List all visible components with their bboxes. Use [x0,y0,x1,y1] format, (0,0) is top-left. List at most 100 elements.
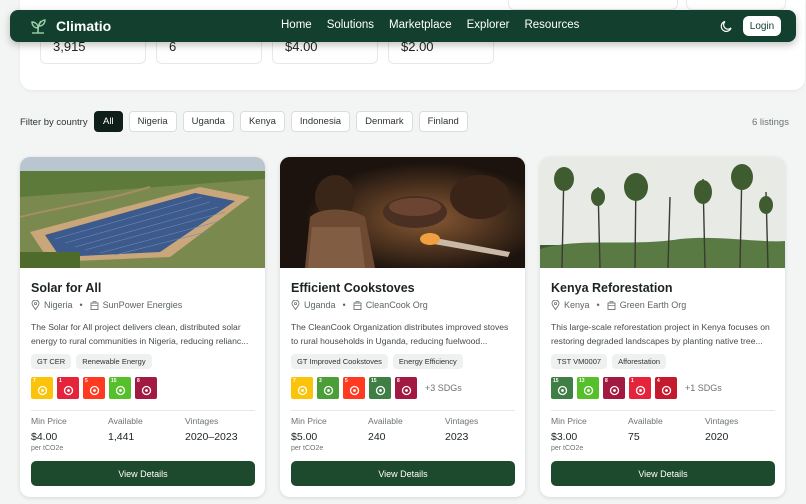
card-title[interactable]: Kenya Reforestation [551,281,673,295]
tag-standard: GT Improved Cookstoves [291,354,388,369]
tag-category: Energy Efficiency [392,354,463,369]
sdg-icons: 15 13 8 1 4 +1 SDGs [551,377,722,399]
building-icon [353,300,362,310]
separator-dot: • [342,300,346,310]
vintages-label: Vintages [445,416,479,426]
sdg-goal-5-icon: 5 [343,377,365,399]
available-value: 240 [368,431,386,443]
building-icon [607,300,616,310]
min-price-value: $3.00 [551,431,578,443]
card-description: This large-scale reforestation project i… [551,322,770,346]
project-card[interactable]: Solar for All Nigeria • SunPower Energie… [20,157,265,497]
view-details-button[interactable]: View Details [551,461,775,486]
card-title[interactable]: Efficient Cookstoves [291,281,415,295]
nav-link-home[interactable]: Home [281,19,312,31]
sdg-more-label: +3 SDGs [425,383,462,393]
divider [291,410,515,411]
country-filter-chips: All Nigeria Uganda Kenya Indonesia Denma… [94,111,468,132]
available-label: Available [368,416,403,426]
sdg-icons: 7 1 5 15 8 [31,377,165,399]
sdg-goal-15-icon: 15 [109,377,131,399]
forest-image [540,157,785,268]
view-details-button[interactable]: View Details [31,461,255,486]
price-unit: per tCO2e [551,445,584,452]
min-price-label: Min Price [291,416,327,426]
sdg-icons: 7 3 5 15 8 +3 SDGs [291,377,462,399]
brand-name[interactable]: Climatio [56,18,111,34]
sdg-goal-3-icon: 3 [317,377,339,399]
moon-icon[interactable] [720,19,734,33]
separator-dot: • [596,300,600,310]
nav-link-resources[interactable]: Resources [524,19,579,31]
location-pin-icon [291,300,300,310]
card-description: The Solar for All project delivers clean… [31,322,249,346]
sdg-goal-7-icon: 7 [31,377,53,399]
card-tags: GT Improved Cookstoves Energy Efficiency [291,354,463,369]
vintages-label: Vintages [705,416,739,426]
sdg-goal-8-icon: 8 [395,377,417,399]
tag-standard: GT CER [31,354,72,369]
nav-link-solutions[interactable]: Solutions [327,19,374,31]
separator-dot: • [79,300,83,310]
project-card[interactable]: Kenya Reforestation Kenya • Green Earth … [540,157,785,497]
card-meta: Kenya • Green Earth Org [551,300,686,310]
price-unit: per tCO2e [291,445,324,452]
chip-all[interactable]: All [94,111,123,132]
card-org: CleanCook Org [365,300,428,310]
sdg-goal-8-icon: 8 [603,377,625,399]
available-value: 1,441 [108,431,135,443]
vintages-value: 2020 [705,431,729,443]
chip-denmark[interactable]: Denmark [356,111,413,132]
filter-label: Filter by country [20,117,88,128]
vintages-label: Vintages [185,416,219,426]
panel-edge [686,0,786,10]
card-country: Kenya [564,300,590,310]
price-unit: per tCO2e [31,445,64,452]
tag-standard: TST VM0007 [551,354,608,369]
sdg-goal-8-icon: 8 [135,377,157,399]
min-price-label: Min Price [31,416,67,426]
listings-count: 6 listings [752,117,789,128]
project-card[interactable]: Efficient Cookstoves Uganda • CleanCook … [280,157,525,497]
building-icon [90,300,99,310]
tag-category: Renewable Energy [76,354,152,369]
chip-finland[interactable]: Finland [418,111,468,132]
card-org: Green Earth Org [619,300,687,310]
location-pin-icon [551,300,560,310]
nav-links: Home Solutions Marketplace Explorer Reso… [281,19,579,31]
divider [551,410,775,411]
login-button[interactable]: Login [743,16,781,36]
chip-kenya[interactable]: Kenya [239,111,285,132]
view-details-button[interactable]: View Details [291,461,515,486]
card-title[interactable]: Solar for All [31,281,101,295]
divider [31,410,255,411]
sdg-goal-15-icon: 15 [369,377,391,399]
card-country: Nigeria [44,300,73,310]
sdg-more-label: +1 SDGs [685,383,722,393]
min-price-value: $5.00 [291,431,318,443]
tag-category: Afforestation [612,354,667,369]
chip-nigeria[interactable]: Nigeria [128,111,177,132]
vintages-value: 2020–2023 [185,431,238,443]
nav-link-marketplace[interactable]: Marketplace [389,19,452,31]
min-price-value: $4.00 [31,431,58,443]
sdg-goal-4-icon: 4 [655,377,677,399]
sdg-goal-7-icon: 7 [291,377,313,399]
available-label: Available [628,416,663,426]
card-meta: Nigeria • SunPower Energies [31,300,182,310]
cookstove-image [280,157,525,268]
sdg-goal-15-icon: 15 [551,377,573,399]
chip-uganda[interactable]: Uganda [182,111,234,132]
panel-edge [508,0,678,10]
vintages-value: 2023 [445,431,469,443]
available-label: Available [108,416,143,426]
top-navbar: Climatio Home Solutions Marketplace Expl… [10,10,796,42]
card-description: The CleanCook Organization distributes i… [291,322,509,346]
sdg-goal-5-icon: 5 [83,377,105,399]
chip-indonesia[interactable]: Indonesia [290,111,351,132]
card-org: SunPower Energies [102,300,183,310]
card-tags: TST VM0007 Afforestation [551,354,667,369]
nav-link-explorer[interactable]: Explorer [467,19,510,31]
leaf-logo-icon[interactable] [28,16,48,36]
card-tags: GT CER Renewable Energy [31,354,152,369]
